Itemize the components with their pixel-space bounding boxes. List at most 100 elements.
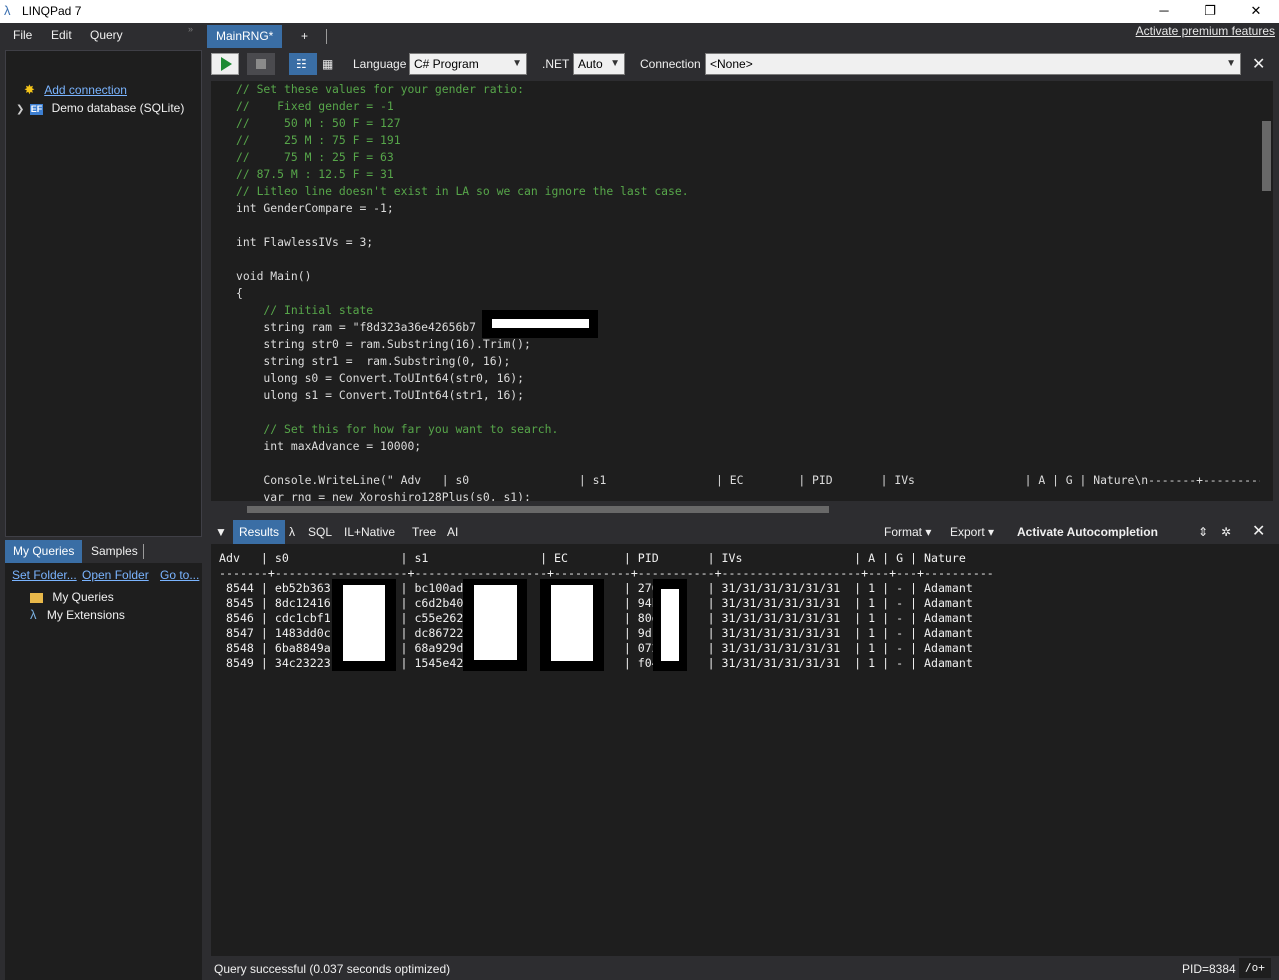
collapse-results-icon[interactable]: ▼ [215, 520, 227, 544]
menu-query[interactable]: Query [90, 28, 123, 42]
stop-icon [256, 59, 266, 69]
chevron-down-icon: ▼ [512, 58, 522, 69]
new-tab-button[interactable]: + [292, 25, 317, 48]
activate-autocompletion-button[interactable]: Activate Autocompletion [1017, 520, 1158, 544]
code-line: // 50 M : 50 F = 127 [236, 116, 401, 130]
tab-divider [326, 29, 327, 44]
query-tree-item[interactable]: My Queries [30, 588, 114, 606]
tab-ai[interactable]: AI [447, 520, 458, 544]
menu-bar: File Edit Query » [0, 23, 205, 47]
status-message: Query successful (0.037 seconds optimize… [214, 962, 451, 976]
close-query-icon[interactable]: ✕ [1252, 54, 1265, 74]
code-line: ulong s0 = Convert.ToUInt64(str0, 16); [236, 371, 525, 385]
tab-sql[interactable]: SQL [308, 520, 332, 544]
code-line: string str0 = ram.Substring(16).Trim(); [236, 337, 531, 351]
left-pane: File Edit Query » ✸ Add connection ❯ EF … [0, 23, 205, 980]
tab-tree[interactable]: Tree [412, 520, 436, 544]
redaction-box [653, 579, 687, 671]
chevron-down-icon: ▼ [610, 58, 620, 69]
stop-button[interactable] [247, 53, 275, 75]
activate-premium-link[interactable]: Activate premium features [1136, 24, 1275, 38]
code-line: // Set these values for your gender rati… [236, 82, 525, 96]
ef-badge-icon: EF [29, 104, 44, 115]
process-id: PID=8384 [1182, 962, 1236, 976]
go-to-link[interactable]: Go to... [160, 568, 199, 582]
close-results-icon[interactable]: ✕ [1252, 520, 1265, 544]
language-select[interactable]: C# Program ▼ [409, 53, 527, 75]
code-line: ulong s1 = Convert.ToUInt64(str1, 16); [236, 388, 525, 402]
code-line: { [236, 286, 243, 300]
code-line: // 75 M : 25 F = 63 [236, 150, 394, 164]
close-window-button[interactable]: ✕ [1233, 0, 1279, 23]
code-text[interactable]: // Set these values for your gender rati… [236, 81, 1273, 501]
open-folder-link[interactable]: Open Folder [82, 568, 149, 582]
horizontal-scrollbar[interactable] [211, 503, 1273, 516]
code-line: // 25 M : 75 F = 191 [236, 133, 401, 147]
add-connection-link[interactable]: Add connection [44, 83, 127, 97]
results-toolbar: ▼ Results λ SQL IL+Native Tree AI Format… [207, 520, 1279, 544]
optimize-toggle[interactable]: /o+ [1239, 958, 1271, 978]
format-label: Format [884, 525, 923, 539]
code-line: int maxAdvance = 10000; [236, 439, 422, 453]
code-editor[interactable]: // Set these values for your gender rati… [211, 81, 1273, 501]
set-folder-link[interactable]: Set Folder... [12, 568, 77, 582]
code-line: // Litleo line doesn't exist in LA so we… [236, 184, 689, 198]
linqpad-logo-icon: λ [4, 3, 11, 18]
connection-value: <None> [710, 57, 753, 71]
tab-my-queries[interactable]: My Queries [5, 540, 83, 563]
menu-file[interactable]: File [13, 28, 32, 42]
results-panel: Adv | s0 | s1 | EC | PID | IVs | A | G |… [211, 544, 1279, 956]
code-line: string str1 = ram.Substring(0, 16); [236, 354, 511, 368]
scroll-thumb[interactable] [247, 506, 829, 513]
tab-lambda[interactable]: λ [289, 520, 295, 544]
dotnet-label: .NET [542, 57, 570, 71]
code-line: int GenderCompare = -1; [236, 201, 394, 215]
code-line: // Initial state [236, 303, 374, 317]
status-bar: Query successful (0.037 seconds optimize… [207, 956, 1279, 980]
results-grid-button[interactable]: ☷ [289, 53, 317, 75]
editor-area: MainRNG* + Activate premium features ☷ ▦… [207, 23, 1279, 980]
code-line: // Fixed gender = -1 [236, 99, 394, 113]
code-line: // Set this for how far you want to sear… [236, 422, 559, 436]
chevron-right-icon[interactable]: ❯ [16, 104, 24, 115]
minimize-button[interactable]: ─ [1141, 0, 1187, 23]
tab-samples[interactable]: Samples [83, 540, 146, 563]
run-button[interactable] [211, 53, 239, 75]
redaction-box [540, 579, 604, 671]
chevron-down-icon: ▼ [1226, 58, 1236, 69]
title-bar: λ LINQPad 7 ─ ❐ ✕ [0, 0, 1279, 23]
connection-label: Connection [640, 57, 701, 71]
query-tree-item[interactable]: λ My Extensions [30, 606, 125, 624]
add-connection-row[interactable]: ✸ Add connection [24, 81, 127, 99]
redaction-box [482, 310, 598, 338]
query-tree: Set Folder... Open Folder Go to... My Qu… [5, 563, 202, 980]
settings-icon[interactable]: ✲ [1221, 520, 1231, 544]
export-label: Export [950, 525, 985, 539]
folder-icon [30, 592, 43, 603]
lambda-icon: λ [30, 607, 37, 622]
scroll-thumb[interactable] [1262, 121, 1271, 191]
resize-icon[interactable]: ⇕ [1198, 520, 1208, 544]
menu-edit[interactable]: Edit [51, 28, 72, 42]
tab-mainrng[interactable]: MainRNG* [207, 25, 283, 48]
connection-select[interactable]: <None> ▼ [705, 53, 1241, 75]
grid-rows-icon: ☷ [296, 57, 307, 71]
data-grid-button[interactable]: ▦ [315, 53, 343, 75]
redaction-box [332, 579, 396, 671]
code-line: Console.WriteLine(" Adv | s0 | s1 | EC |… [236, 473, 1273, 487]
code-line: string ram = "f8d323a36e42656b7 [236, 320, 477, 334]
collapse-pane-icon[interactable]: » [188, 24, 193, 34]
tab-results[interactable]: Results [233, 520, 286, 544]
vertical-scrollbar[interactable] [1260, 81, 1273, 501]
connection-item[interactable]: ❯ EF Demo database (SQLite) [16, 99, 184, 117]
dotnet-select[interactable]: Auto ▼ [573, 53, 625, 75]
language-label: Language [353, 57, 407, 71]
results-header: Adv | s0 | s1 | EC | PID | IVs | A | G |… [219, 551, 966, 565]
maximize-button[interactable]: ❐ [1187, 0, 1233, 23]
grid-icon: ▦ [322, 57, 334, 71]
format-menu[interactable]: Format ▾ [884, 520, 931, 544]
tab-il-native[interactable]: IL+Native [344, 520, 395, 544]
sun-icon: ✸ [24, 82, 35, 97]
export-menu[interactable]: Export ▾ [950, 520, 994, 544]
code-line: // 87.5 M : 12.5 F = 31 [236, 167, 394, 181]
